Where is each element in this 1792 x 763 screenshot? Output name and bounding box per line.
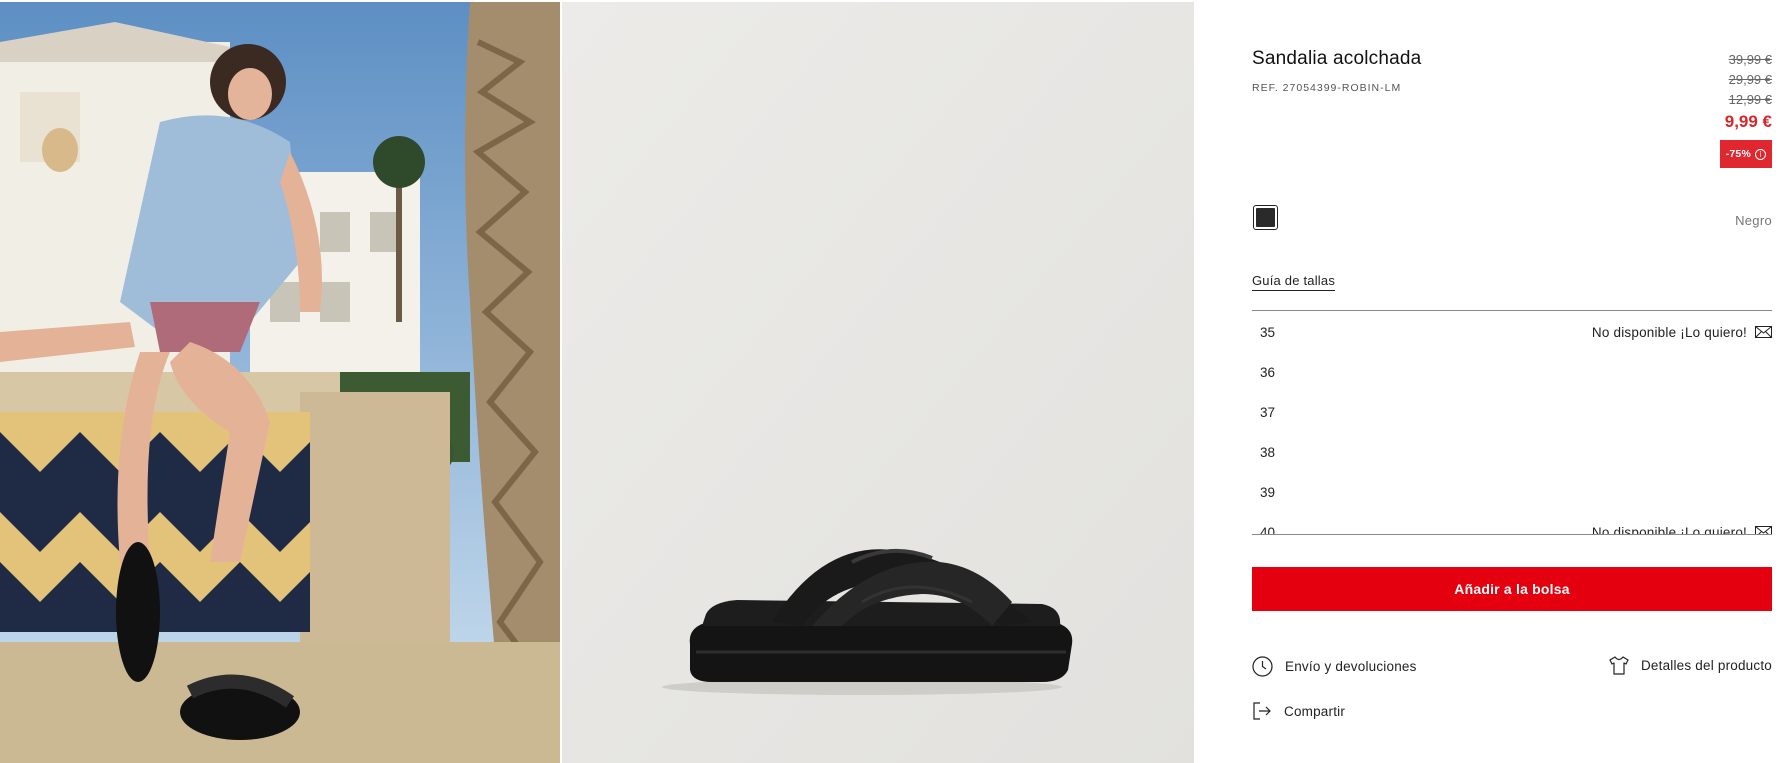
add-to-bag-button[interactable]: Añadir a la bolsa bbox=[1252, 567, 1772, 611]
size-label: 37 bbox=[1260, 404, 1276, 420]
size-label: 38 bbox=[1260, 444, 1276, 460]
product-panel: Sandalia acolchada REF. 27054399-ROBIN-L… bbox=[1252, 0, 1772, 763]
original-price-1: 39,99 € bbox=[1728, 52, 1772, 67]
model-photo[interactable] bbox=[0, 2, 560, 763]
mail-icon[interactable] bbox=[1755, 326, 1772, 338]
discount-label: -75% bbox=[1725, 148, 1751, 160]
shipping-returns-link[interactable]: Envío y devoluciones bbox=[1252, 656, 1417, 677]
size-option-35[interactable]: 35 No disponible ¡Lo quiero! bbox=[1252, 312, 1772, 352]
size-label: 35 bbox=[1260, 324, 1276, 340]
size-option-37[interactable]: 37 bbox=[1252, 392, 1772, 432]
share-link[interactable]: Compartir bbox=[1252, 702, 1345, 720]
original-price-3: 12,99 € bbox=[1728, 92, 1772, 107]
size-label: 40 bbox=[1260, 524, 1276, 535]
color-swatch-fill bbox=[1256, 208, 1275, 227]
discount-badge[interactable]: -75% i bbox=[1719, 140, 1772, 168]
size-option-36[interactable]: 36 bbox=[1252, 352, 1772, 392]
info-icon[interactable]: i bbox=[1755, 148, 1766, 160]
size-option-38[interactable]: 38 bbox=[1252, 432, 1772, 472]
clock-icon bbox=[1252, 656, 1273, 677]
product-photo[interactable] bbox=[562, 2, 1194, 763]
tshirt-icon bbox=[1609, 656, 1629, 675]
size-option-39[interactable]: 39 bbox=[1252, 472, 1772, 512]
shipping-returns-label: Envío y devoluciones bbox=[1285, 659, 1417, 674]
size-list[interactable]: 35 No disponible ¡Lo quiero! 36 37 38 39… bbox=[1252, 310, 1772, 535]
size-option-40[interactable]: 40 No disponible ¡Lo quiero! bbox=[1252, 512, 1772, 535]
unavailable-text: No disponible ¡Lo quiero! bbox=[1591, 324, 1747, 340]
black-padded-sandal-photo bbox=[562, 2, 1194, 763]
size-label: 39 bbox=[1260, 484, 1276, 500]
size-unavailable-notice[interactable]: No disponible ¡Lo quiero! bbox=[1592, 325, 1772, 340]
color-swatch-negro[interactable] bbox=[1253, 205, 1278, 230]
current-price: 9,99 € bbox=[1724, 112, 1772, 131]
share-icon bbox=[1252, 702, 1272, 720]
product-details-link[interactable]: Detalles del producto bbox=[1609, 656, 1772, 675]
product-reference: REF. 27054399-ROBIN-LM bbox=[1252, 82, 1402, 94]
model-wearing-sandals-photo bbox=[0, 2, 560, 763]
size-label: 36 bbox=[1260, 364, 1276, 380]
unavailable-text: No disponible ¡Lo quiero! bbox=[1591, 524, 1747, 535]
share-label: Compartir bbox=[1284, 703, 1346, 719]
size-guide-link[interactable]: Guía de tallas bbox=[1252, 273, 1336, 291]
mail-icon[interactable] bbox=[1755, 526, 1772, 534]
price-block: 39,99 € 29,99 € 12,99 € 9,99 € -75% i bbox=[1719, 50, 1772, 168]
selected-color-name: Negro bbox=[1735, 213, 1772, 228]
product-details-label: Detalles del producto bbox=[1640, 658, 1772, 673]
product-title: Sandalia acolchada bbox=[1252, 48, 1422, 69]
original-price-2: 29,99 € bbox=[1728, 72, 1772, 87]
size-unavailable-notice[interactable]: No disponible ¡Lo quiero! bbox=[1591, 524, 1772, 535]
